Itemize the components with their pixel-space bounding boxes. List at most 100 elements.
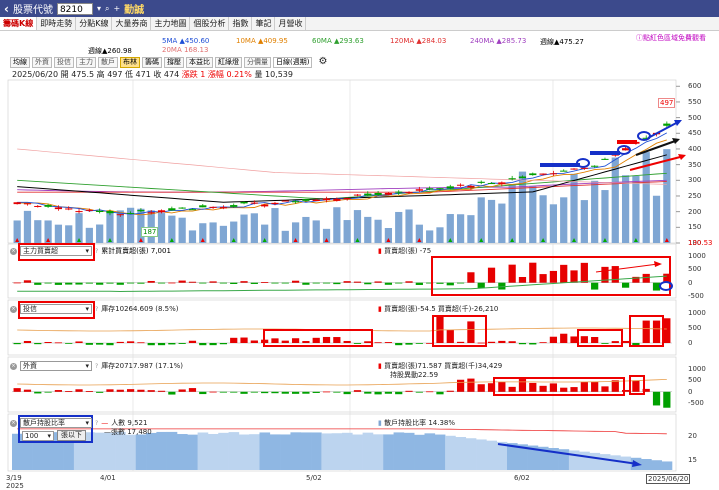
- trust-bar: [157, 343, 166, 346]
- candle-body: [353, 194, 362, 196]
- foreign-bar: [591, 381, 599, 392]
- retail-ratio-bar: [383, 434, 394, 470]
- close-panel-icon[interactable]: ×: [10, 362, 17, 370]
- retail-ratio-bar: [579, 451, 590, 470]
- retail-ratio-bar: [414, 434, 425, 470]
- foreign-bar: [199, 391, 207, 395]
- retail-ratio-bar: [218, 432, 229, 470]
- retail-ratio-bar: [125, 434, 137, 470]
- main-force-legend1: 累計買賣超(張) 7,001: [101, 247, 171, 255]
- date-apr: 4/01: [100, 474, 116, 482]
- candle-body: [250, 202, 258, 204]
- candle-body: [343, 198, 351, 200]
- candle-body: [405, 192, 413, 194]
- trust-bar: [34, 343, 42, 345]
- foreign-bar: [426, 391, 434, 393]
- trust-bar: [85, 343, 93, 345]
- foreign-bar: [601, 386, 609, 392]
- help-icon[interactable]: ?: [95, 248, 98, 255]
- cumulative-line: [17, 275, 667, 293]
- retail-ratio-bar: [486, 440, 497, 470]
- retail-ratio-bar: [269, 434, 281, 470]
- candle-body: [570, 168, 578, 170]
- candle-body: [96, 210, 104, 213]
- close-panel-icon[interactable]: ×: [10, 305, 17, 313]
- close-panel-icon[interactable]: ×: [10, 419, 17, 427]
- price-tick: 300: [688, 176, 702, 185]
- foreign-bar: [106, 389, 114, 392]
- foreign-bar: [302, 391, 310, 394]
- trust-bar: [291, 338, 300, 343]
- main-force-bar: [44, 282, 52, 284]
- trust-bar: [560, 333, 568, 343]
- retail-threshold-select[interactable]: 100 ▾: [22, 430, 54, 441]
- main-force-bar: [209, 281, 217, 283]
- date-current: 2025/06/20: [646, 474, 691, 484]
- volume-bar: [219, 225, 228, 243]
- foreign-bar: [560, 387, 568, 392]
- main-force-bar: [96, 282, 104, 285]
- retail-ratio-bar: [197, 432, 209, 470]
- trust-bar: [240, 337, 248, 343]
- high-price-tag: 497: [658, 98, 676, 108]
- trust-bar: [230, 337, 238, 343]
- volume-bar: [281, 230, 289, 243]
- trust-bar: [106, 343, 114, 346]
- candle-body: [65, 208, 73, 210]
- trust-bar: [395, 343, 403, 346]
- foreign-bar: [405, 390, 413, 392]
- main-force-bar: [395, 282, 403, 284]
- volume-bar: [508, 184, 516, 243]
- main-force-bar: [498, 282, 506, 290]
- price-tick: 150: [688, 223, 702, 232]
- main-force-bar: [188, 281, 197, 283]
- trust-bar: [632, 343, 640, 346]
- trust-bar: [333, 337, 341, 343]
- main-force-dropdown[interactable]: 主力買賣超 ▾: [20, 246, 92, 256]
- retail-ratio-bar: [187, 434, 198, 470]
- foreign-bar: [518, 379, 527, 392]
- trust-bar: [580, 336, 588, 343]
- volume-bar: [456, 214, 465, 243]
- retail-dropdown[interactable]: 散戶持股比率 ▾: [20, 418, 92, 428]
- trust-bar: [374, 342, 382, 344]
- main-force-bar: [353, 281, 362, 283]
- candle-body: [580, 167, 588, 169]
- volume-bar: [621, 175, 630, 243]
- main-force-bar: [240, 281, 248, 283]
- trust-bar: [384, 342, 393, 343]
- trust-dropdown[interactable]: 投信 ▾: [20, 304, 92, 314]
- volume-bar: [250, 213, 258, 243]
- foreign-bar: [116, 389, 124, 392]
- main-force-bar: [487, 267, 496, 283]
- close-panel-icon[interactable]: ×: [10, 247, 17, 255]
- retail-ratio-bar: [280, 434, 291, 470]
- foreign-bar: [446, 390, 454, 392]
- help-icon[interactable]: ?: [95, 306, 98, 313]
- main-force-bar: [405, 281, 413, 283]
- main-force-bar: [611, 266, 619, 283]
- trust-bar: [75, 341, 83, 343]
- foreign-bar: [322, 391, 331, 393]
- trust-header: × 投信 ▾ ? 庫存10264.609 (8.5%): [10, 304, 179, 314]
- candle-body: [230, 205, 238, 207]
- foreign-tick: 1000: [688, 365, 706, 373]
- price-tick: 350: [688, 160, 702, 169]
- retail-ratio-bar: [259, 432, 271, 470]
- trust-bar: [209, 343, 217, 346]
- retail-ratio-bar: [156, 431, 167, 470]
- trust-bar: [23, 340, 32, 343]
- foreign-bar: [291, 391, 300, 394]
- help-icon[interactable]: ?: [95, 420, 98, 427]
- main-force-bar: [157, 282, 166, 284]
- candle-body: [415, 189, 423, 191]
- price-tick: 200: [688, 207, 702, 216]
- help-icon[interactable]: ?: [95, 363, 98, 370]
- retail-unit-button[interactable]: 張以下: [57, 430, 86, 441]
- main-force-bar: [364, 282, 372, 285]
- ma5-line: [17, 132, 668, 215]
- support-box: [590, 151, 620, 155]
- trust-bar: [601, 343, 609, 344]
- foreign-dropdown[interactable]: 外資 ▾: [20, 361, 92, 371]
- foreign-bar: [147, 390, 155, 392]
